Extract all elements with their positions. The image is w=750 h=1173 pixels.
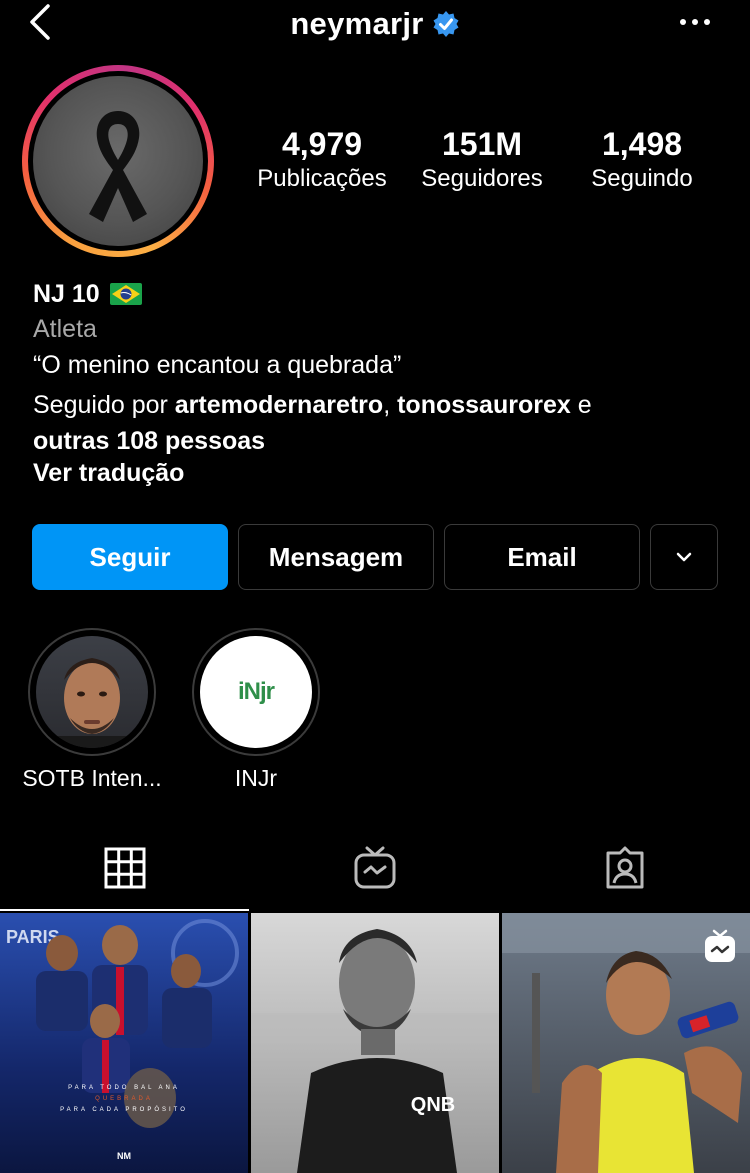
grid-icon [104,847,146,889]
face-photo [36,658,148,748]
profile-bio: “O menino encantou a quebrada” [33,351,402,379]
following-count-label: Seguindo [591,165,693,192]
followed-by-user[interactable]: artemodernaretro [175,391,383,419]
highlight-injr[interactable]: iNjr [192,628,320,756]
tab-tagged[interactable] [602,845,648,891]
psg-poster-image: PARIS PARA TODO BAL ANA QUEBRADA PARA CA… [0,913,248,1173]
header-title: neymarjr [0,2,750,46]
chevron-down-icon [676,552,692,562]
followers-count[interactable]: 151M Seguidores [402,124,562,194]
svg-text:PARA CADA PROPÓSITO: PARA CADA PROPÓSITO [60,1106,188,1113]
verified-badge-icon [433,11,459,37]
followed-by-prefix: Seguido por [33,391,175,419]
highlight-label: INJr [234,765,278,791]
tab-igtv[interactable] [352,845,398,891]
post-thumbnail[interactable]: PARIS PARA TODO BAL ANA QUEBRADA PARA CA… [0,913,248,1173]
followed-by-others[interactable]: outras 108 pessoas [33,427,265,455]
bw-portrait-image: QNB [251,913,499,1173]
tagged-icon [606,846,644,889]
follow-button[interactable]: Seguir [32,524,228,590]
highlight-cover-logo: iNjr [200,636,312,748]
tab-posts-grid[interactable] [102,845,148,891]
avatar[interactable] [33,76,203,246]
followed-by-and: e [570,391,592,419]
highlight-label: SOTB Inten... [22,765,162,791]
profile-name-row: NJ 10 [33,278,142,310]
igtv-badge-icon [705,929,735,962]
igtv-icon [354,846,396,889]
svg-text:QUEBRADA: QUEBRADA [95,1096,153,1102]
profile-name: NJ 10 [33,279,100,308]
email-button[interactable]: Email [444,524,640,590]
more-options-button[interactable] [676,12,716,32]
highlight-sotb[interactable] [28,628,156,756]
post-thumbnail[interactable]: QNB [251,913,499,1173]
message-button[interactable]: Mensagem [238,524,434,590]
brazil-flag-icon [109,283,142,305]
post-thumbnail[interactable] [502,913,750,1173]
followed-by-separator: , [383,391,398,419]
svg-text:NM: NM [117,1151,131,1161]
posts-count-value: 4,979 [281,126,363,162]
suggested-accounts-button[interactable] [650,524,718,590]
following-count[interactable]: 1,498 Seguindo [562,124,722,194]
following-count-value: 1,498 [601,126,683,162]
followed-by[interactable]: Seguido por artemodernaretro, tonossauro… [33,387,733,459]
highlight-cover-photo [36,636,148,748]
username-title: neymarjr [290,6,424,41]
posts-count-label: Publicações [257,165,387,192]
posts-count[interactable]: 4,979 Publicações [242,124,402,194]
svg-text:QNB: QNB [411,1094,455,1116]
active-tab-indicator [0,909,249,911]
followers-count-label: Seguidores [421,165,543,192]
black-ribbon-icon [89,111,147,222]
followers-count-value: 151M [441,126,523,162]
followed-by-user[interactable]: tonossaurorex [397,391,571,419]
see-translation-link[interactable]: Ver tradução [33,459,184,488]
svg-text:PARA TODO BAL ANA: PARA TODO BAL ANA [68,1085,180,1091]
more-horizontal-icon [680,19,710,25]
injr-logo: iNjr [237,678,275,705]
profile-category: Atleta [33,315,97,343]
